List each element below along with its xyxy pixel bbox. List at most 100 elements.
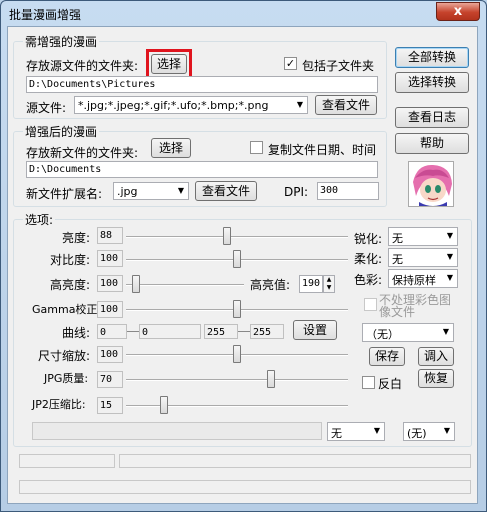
chevron-down-icon[interactable]: ▼: [440, 423, 454, 440]
include-subfolders-label: 包括子文件夹: [302, 59, 375, 73]
curve-label: 曲线:: [62, 326, 91, 340]
source-path-field[interactable]: D:\Documents\Pictures: [26, 76, 378, 93]
curve-value-1: 0: [97, 324, 127, 339]
curve-value-3: 255: [204, 324, 238, 339]
preset-combo[interactable]: （无） ▼: [362, 323, 454, 342]
color-value: 保持原样: [392, 274, 436, 287]
output-select-button[interactable]: 选择: [151, 138, 191, 158]
high-brightness-value: 100: [97, 275, 123, 292]
curve-value-4: 255: [250, 324, 284, 339]
chevron-down-icon[interactable]: ▼: [439, 324, 453, 341]
contrast-label: 对比度:: [50, 253, 91, 267]
mascot-image: [408, 161, 454, 207]
chevron-down-icon[interactable]: ▼: [443, 270, 457, 287]
high-brightness-label: 高亮度:: [50, 278, 91, 292]
brightness-slider-thumb[interactable]: [223, 227, 231, 245]
jp2-ratio-label: JP2压缩比:: [32, 398, 86, 411]
restore-button[interactable]: 恢复: [418, 369, 454, 388]
high-brightness-slider[interactable]: [126, 284, 244, 286]
convert-selected-button[interactable]: 选择转换: [395, 72, 469, 93]
chevron-down-icon[interactable]: ▼: [293, 97, 307, 113]
jpg-quality-slider[interactable]: [126, 379, 348, 381]
save-button[interactable]: 保存: [369, 347, 405, 366]
curve-settings-button[interactable]: 设置: [293, 320, 337, 340]
include-subfolders-checkbox[interactable]: ✓: [284, 57, 297, 70]
jpg-quality-slider-thumb[interactable]: [267, 370, 275, 388]
anime-character-icon: [409, 162, 453, 206]
jp2-ratio-value: 15: [97, 397, 123, 414]
source-files-label: 源文件:: [26, 101, 67, 115]
highlight-value-label: 高亮值:: [250, 278, 291, 292]
source-files-pattern: *.jpg;*.jpeg;*.gif;*.ufo;*.bmp;*.png: [78, 99, 269, 112]
color-label: 色彩:: [354, 273, 383, 287]
bottom-combo-1-value: 无: [331, 427, 342, 440]
output-view-files-button[interactable]: 查看文件: [195, 181, 257, 201]
highlight-value-field[interactable]: 190: [299, 275, 323, 293]
sharpen-label: 锐化:: [354, 232, 383, 246]
chevron-down-icon[interactable]: ▼: [174, 183, 188, 199]
scale-value: 100: [97, 346, 123, 363]
highlight-value-spinner[interactable]: ▲ ▼: [323, 275, 335, 293]
brightness-label: 亮度:: [62, 231, 91, 245]
chevron-down-icon[interactable]: ▼: [370, 423, 384, 440]
bottom-combo-2-value: (无): [407, 427, 427, 440]
high-brightness-slider-thumb[interactable]: [132, 275, 140, 293]
options-group-label: 选项:: [23, 211, 56, 228]
help-button[interactable]: 帮助: [395, 133, 469, 154]
status-pane-3: [19, 480, 471, 494]
curve-connector: [127, 331, 139, 332]
jpg-quality-value: 70: [97, 371, 123, 388]
soften-label: 柔化:: [354, 252, 383, 266]
sharpen-value: 无: [392, 232, 403, 245]
color-combo[interactable]: 保持原样 ▼: [388, 269, 458, 288]
output-ext-label: 新文件扩展名:: [26, 187, 103, 201]
chevron-down-icon[interactable]: ▼: [443, 228, 457, 245]
contrast-value: 100: [97, 250, 123, 267]
preset-value: （无）: [366, 328, 399, 341]
output-folder-label: 存放新文件的文件夹:: [26, 146, 139, 160]
gamma-slider-thumb[interactable]: [233, 300, 241, 318]
skip-color-label: 不处理彩色图像文件: [379, 293, 452, 319]
highlight-box: [146, 49, 192, 79]
invert-label: 反白: [378, 377, 403, 391]
gamma-label: Gamma校正:: [32, 303, 102, 316]
progress-bar: [32, 422, 322, 440]
output-group-label: 增强后的漫画: [23, 123, 100, 140]
output-path-field[interactable]: D:\Documents: [26, 161, 378, 178]
load-button[interactable]: 调入: [418, 347, 454, 366]
convert-all-button[interactable]: 全部转换: [395, 47, 469, 68]
skip-color-checkbox[interactable]: [364, 298, 377, 311]
jp2-ratio-slider-thumb[interactable]: [160, 396, 168, 414]
contrast-slider-thumb[interactable]: [233, 250, 241, 268]
scale-label: 尺寸缩放:: [38, 349, 91, 363]
brightness-value: 88: [97, 227, 123, 244]
soften-value: 无: [392, 253, 403, 266]
bottom-combo-1[interactable]: 无 ▼: [327, 422, 385, 441]
source-files-combo[interactable]: *.jpg;*.jpeg;*.gif;*.ufo;*.bmp;*.png ▼: [74, 96, 308, 114]
title-bar[interactable]: 批量漫画增强 x: [1, 1, 486, 27]
curve-value-2: 0: [139, 324, 201, 339]
copy-dates-checkbox[interactable]: [250, 141, 263, 154]
window-title: 批量漫画增强: [9, 8, 82, 22]
gamma-value: 100: [97, 301, 123, 318]
sharpen-combo[interactable]: 无 ▼: [388, 227, 458, 246]
source-folder-label: 存放源文件的文件夹:: [26, 59, 139, 73]
client-area: 需增强的漫画 存放源文件的文件夹: 选择 ✓ 包括子文件夹 D:\Documen…: [7, 26, 478, 504]
source-view-files-button[interactable]: 查看文件: [315, 95, 377, 115]
dpi-label: DPI:: [284, 185, 309, 199]
status-pane-1: [19, 454, 115, 468]
view-log-button[interactable]: 查看日志: [395, 107, 469, 128]
bottom-combo-2[interactable]: (无) ▼: [403, 422, 455, 441]
status-pane-2: [119, 454, 471, 468]
close-button[interactable]: x: [436, 2, 480, 21]
source-group-label: 需增强的漫画: [23, 33, 100, 50]
scale-slider-thumb[interactable]: [233, 345, 241, 363]
soften-combo[interactable]: 无 ▼: [388, 248, 458, 267]
invert-checkbox[interactable]: [362, 376, 375, 389]
output-ext-combo[interactable]: .jpg ▼: [113, 182, 189, 200]
brightness-slider[interactable]: [126, 236, 348, 238]
jpg-quality-label: JPG质量:: [44, 372, 89, 385]
dpi-field[interactable]: 300: [317, 182, 379, 200]
chevron-down-icon[interactable]: ▼: [443, 249, 457, 266]
output-ext-value: .jpg: [117, 185, 138, 198]
